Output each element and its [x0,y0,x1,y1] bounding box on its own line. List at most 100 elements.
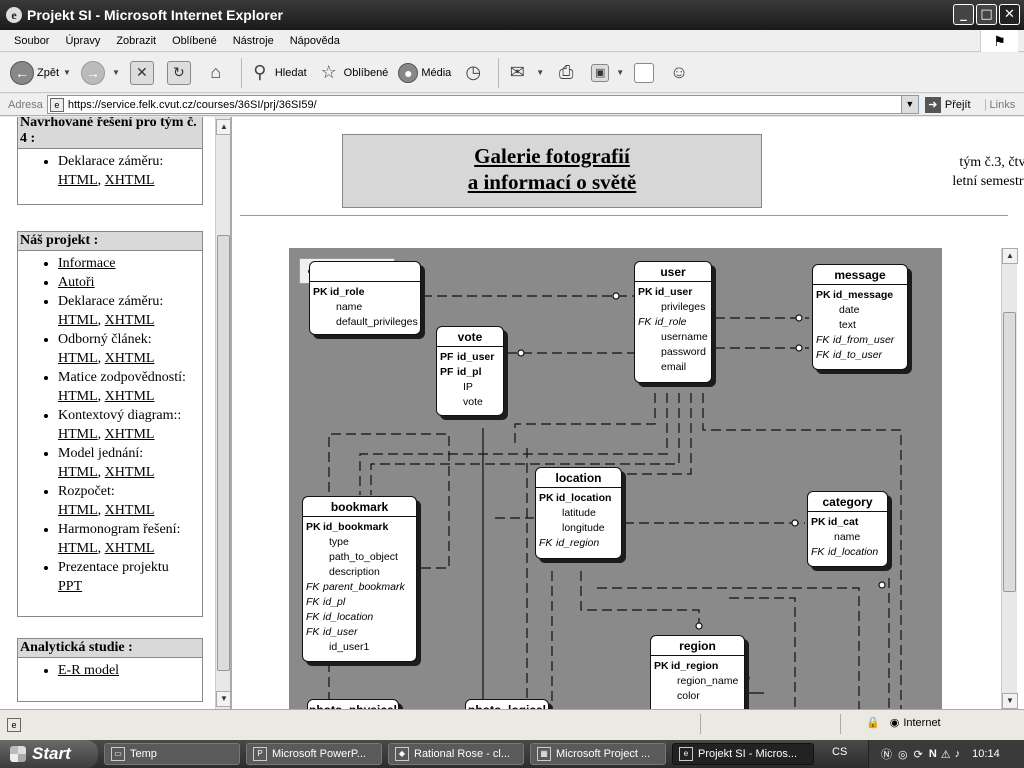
close-button[interactable]: ✕ [999,4,1020,25]
address-input[interactable]: e https://service.felk.cvut.cz/courses/3… [46,95,919,114]
link-html[interactable]: HTML [58,173,98,188]
start-button[interactable]: Start [0,740,98,768]
link-html[interactable]: HTML [58,465,98,480]
back-dropdown-icon[interactable]: ▼ [63,68,71,77]
menu-soubor[interactable]: Soubor [14,35,49,47]
search-button[interactable]: ⚲ Hledat [248,61,306,85]
refresh-button[interactable]: ↻ [166,60,194,85]
print-button[interactable]: ⎙ [554,61,581,85]
team-line2: letní semestr 2 [952,174,1024,189]
entity-attribute: default_privileges [336,316,418,328]
team-line1: tým č.3, čtvrt [959,155,1024,170]
tray-icon-n[interactable]: Ⓝ [881,746,892,762]
link-html[interactable]: HTML [58,313,98,328]
link-xhtml[interactable]: XHTML [105,541,155,556]
main-scrollbar[interactable]: ▲ ▼ [1001,248,1018,709]
edit-button[interactable]: ▣ ▼ [591,63,624,82]
forward-button[interactable]: → ▼ [80,60,120,85]
link-autori[interactable]: Autoři [58,275,95,290]
tray-icon-sync[interactable]: ⟳ [914,748,923,761]
folder-icon: ▭ [111,747,125,761]
favorites-button[interactable]: ☆ Oblíbené [317,61,389,85]
links-button[interactable]: Links [984,98,1015,111]
link-xhtml[interactable]: XHTML [105,427,155,442]
menu-zobrazit[interactable]: Zobrazit [116,35,156,47]
ie-logo-icon: e [6,7,22,23]
tray-icon-n2[interactable]: N [929,748,937,760]
scroll-up-icon[interactable]: ▲ [1002,248,1018,264]
menu-napoveda[interactable]: Nápověda [290,35,340,47]
nav-box-header: Analytická studie : [18,639,202,658]
scroll-thumb[interactable] [1003,312,1016,592]
link-xhtml[interactable]: XHTML [105,313,155,328]
stop-button[interactable]: ✕ [129,60,157,85]
nav-box-header: Navrhované řešení pro tým č. 4 : [18,117,202,149]
entity-attribute: PK id_region [654,660,719,672]
entity-attribute: longitude [562,522,605,534]
task-ie[interactable]: e Projekt SI - Micros... [672,743,814,765]
address-url[interactable]: https://service.felk.cvut.cz/courses/36S… [68,99,317,111]
task-powerpoint[interactable]: P Microsoft PowerP... [246,743,382,765]
scroll-up-icon[interactable]: ▲ [216,119,230,135]
entity-attribute: PK id_cat [811,516,859,528]
scroll-down-icon[interactable]: ▼ [216,691,230,707]
entity-attribute: PK id_bookmark [306,521,389,533]
menu-upravy[interactable]: Úpravy [65,35,100,47]
nav-scrollbar[interactable]: ▲ ▼ [215,117,230,709]
mail-button[interactable]: ✉ ▼ [505,61,544,85]
link-ppt[interactable]: PPT [58,579,82,594]
search-icon: ⚲ [253,62,267,82]
tray-icon-volume[interactable]: ♪ [955,748,961,760]
menu-nastroje[interactable]: Nástroje [233,35,274,47]
edit-dropdown-icon[interactable]: ▼ [616,68,624,77]
scroll-down-icon[interactable]: ▼ [1002,693,1018,709]
back-button[interactable]: ← Zpět ▼ [10,60,71,85]
windows-logo-icon [10,746,26,762]
link-html[interactable]: HTML [58,541,98,556]
toolbar-separator [498,57,500,88]
task-rational-rose[interactable]: ◆ Rational Rose - cl... [388,743,524,765]
home-button[interactable]: ⌂ [204,61,231,85]
messenger-button[interactable]: ☺ [667,61,694,85]
link-xhtml[interactable]: XHTML [105,389,155,404]
link-html[interactable]: HTML [58,503,98,518]
link-xhtml[interactable]: XHTML [105,503,155,518]
menu-oblibene[interactable]: Oblíbené [172,35,217,47]
link-xhtml[interactable]: XHTML [105,465,155,480]
entity-title [310,262,420,282]
link-html[interactable]: HTML [58,389,98,404]
messenger-icon: ☺ [669,62,689,82]
go-arrow-icon: ➜ [924,96,941,113]
mail-dropdown-icon[interactable]: ▼ [536,68,544,77]
er-diagram-image: ▪ ⎙ ✉ ▤ PKid_rolenamedefault_privileges … [289,248,942,709]
link-xhtml[interactable]: XHTML [105,351,155,366]
minimize-button[interactable]: _ [953,4,974,25]
forward-dropdown-icon[interactable]: ▼ [112,68,120,77]
link-informace[interactable]: Informace [58,256,116,271]
language-indicator[interactable]: CS [832,746,847,758]
maximize-button[interactable]: □ [976,4,997,25]
go-button[interactable]: ➜ Přejít [924,96,971,113]
entity-attribute: description [329,566,380,578]
page-icon: e [49,97,64,112]
history-button[interactable]: ◷ [461,61,488,85]
address-dropdown-icon[interactable]: ▼ [900,96,918,113]
discuss-button[interactable] [634,62,657,83]
entity-attribute: PK id_message [816,289,894,301]
scroll-thumb[interactable] [217,235,230,671]
edit-icon: ▣ [591,63,610,82]
link-er-model[interactable]: E-R model [58,663,119,678]
link-html[interactable]: HTML [58,351,98,366]
zone-label: Internet [903,716,941,729]
entity-attribute: username [661,331,708,343]
tray-icon-alert[interactable]: ⚠ [941,748,951,761]
link-xhtml[interactable]: XHTML [105,173,155,188]
entity-attribute: FK id_region [539,537,600,549]
entity-attribute: FK id_from_user [816,334,895,346]
task-temp[interactable]: ▭ Temp [104,743,240,765]
link-html[interactable]: HTML [58,427,98,442]
entity-attribute: FK id_pl [306,596,346,608]
task-project[interactable]: ▦ Microsoft Project ... [530,743,666,765]
tray-icon-network[interactable]: ◎ [898,748,908,761]
media-button[interactable]: ● Média [398,62,451,83]
